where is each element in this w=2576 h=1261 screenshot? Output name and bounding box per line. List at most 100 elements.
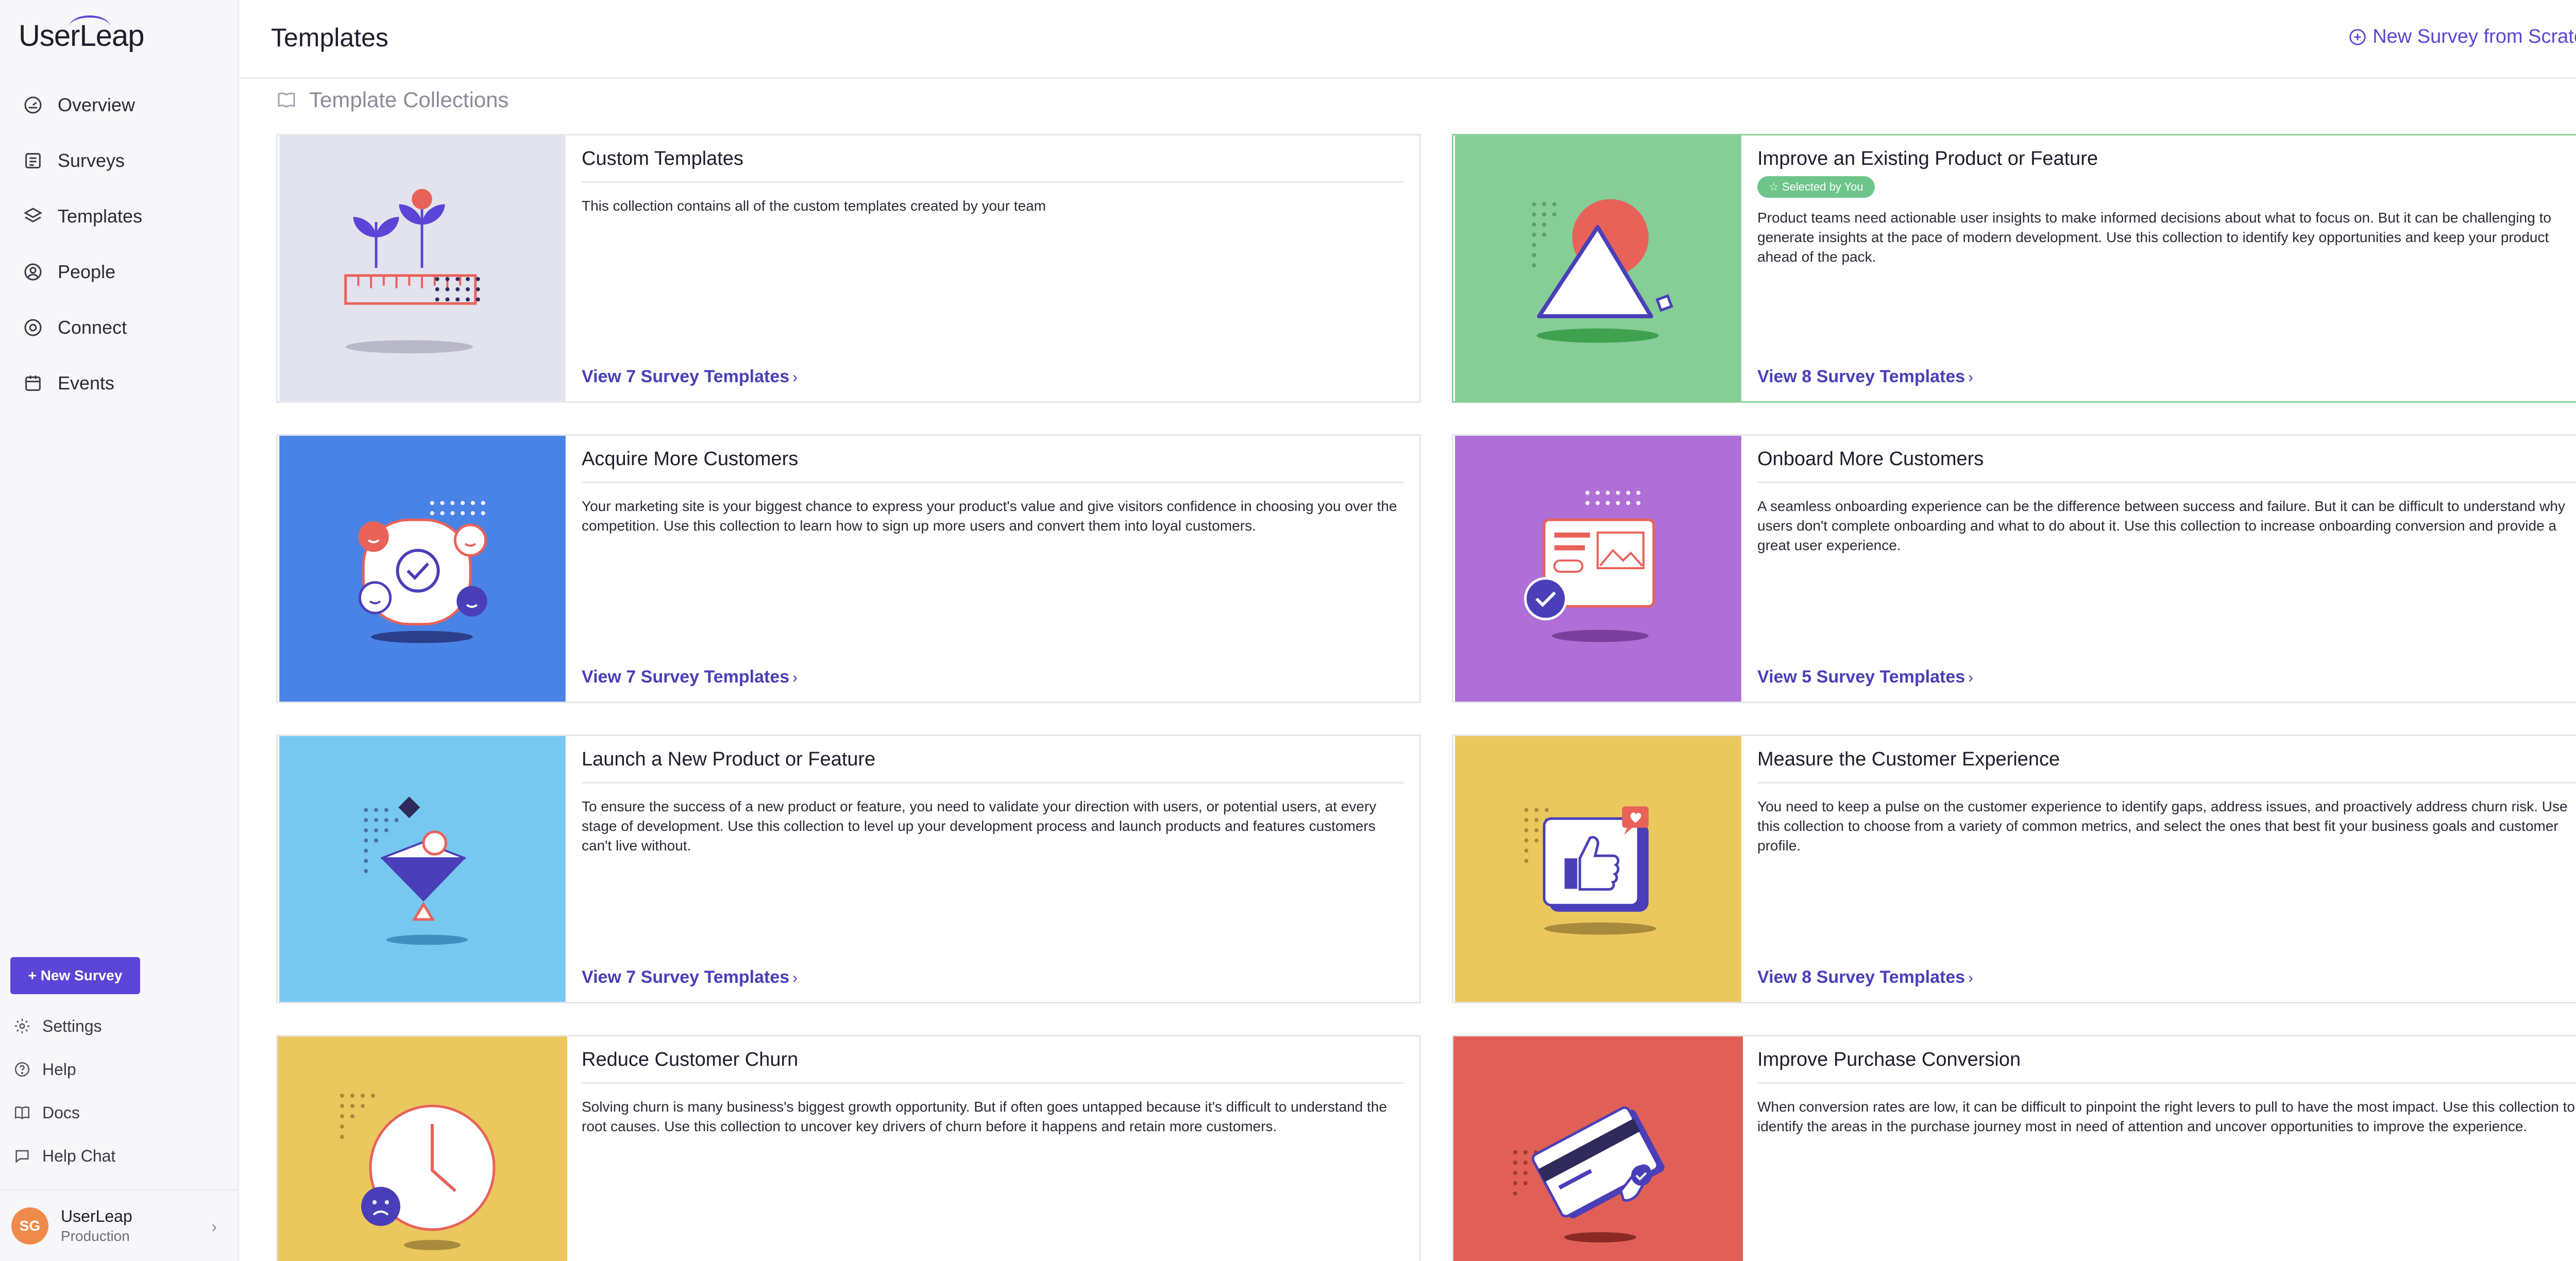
collection-description: When conversion rates are low, it can be… bbox=[1757, 1099, 2575, 1134]
collection-illustration bbox=[278, 1036, 567, 1261]
gear-icon bbox=[13, 1017, 31, 1035]
avatar: SG bbox=[11, 1207, 48, 1245]
sidebar-item-label: People bbox=[58, 261, 116, 282]
new-survey-button[interactable]: + New Survey bbox=[10, 957, 140, 994]
collection-illustration bbox=[1453, 436, 1743, 702]
collection-illustration bbox=[278, 135, 567, 401]
chat-icon bbox=[13, 1147, 31, 1165]
collection-illustration bbox=[1453, 736, 1743, 1002]
chevron-right-icon: › bbox=[1968, 669, 1974, 686]
sidebar-item-label: Events bbox=[58, 372, 115, 394]
chevron-right-icon: › bbox=[1968, 369, 1974, 386]
collection-title: Reduce Customer Churn bbox=[582, 1049, 1404, 1084]
sidebar-item-people[interactable]: People bbox=[0, 244, 238, 300]
chevron-right-icon: › bbox=[792, 969, 798, 986]
collection-description: Solving churn is many business's biggest… bbox=[582, 1099, 1387, 1134]
sidebar-item-templates[interactable]: Templates bbox=[0, 189, 238, 244]
top-bar: Templates New Survey from Scratch bbox=[239, 0, 2576, 79]
view-templates-link[interactable]: View 7 Survey Templates › bbox=[582, 367, 798, 387]
collection-title: Launch a New Product or Feature bbox=[582, 748, 1404, 783]
sidebar-item-docs[interactable]: Docs bbox=[0, 1091, 238, 1134]
account-environment: Production bbox=[61, 1228, 130, 1244]
sidebar-item-help-chat[interactable]: Help Chat bbox=[0, 1134, 238, 1178]
view-templates-label: View 7 Survey Templates bbox=[582, 367, 790, 386]
page-title: Templates bbox=[271, 23, 388, 52]
view-templates-label: View 7 Survey Templates bbox=[582, 667, 790, 687]
sidebar-item-connect[interactable]: Connect bbox=[0, 300, 238, 355]
collection-card[interactable]: Improve an Existing Product or Feature ☆… bbox=[1452, 134, 2576, 403]
sidebar-item-events[interactable]: Events bbox=[0, 355, 238, 411]
connect-icon bbox=[23, 317, 43, 338]
logo-arc bbox=[69, 15, 110, 38]
collection-card[interactable]: Onboard More Customers A seamless onboar… bbox=[1452, 434, 2576, 703]
dashboard-icon bbox=[23, 95, 43, 115]
person-icon bbox=[23, 262, 43, 282]
collection-illustration bbox=[1453, 135, 1743, 401]
surveys-icon bbox=[23, 150, 43, 171]
book-icon bbox=[278, 92, 295, 108]
plus-circle-icon bbox=[2349, 28, 2366, 45]
sidebar-footer-links: Settings Help Docs Help Chat bbox=[0, 1004, 238, 1178]
collection-card[interactable]: Measure the Customer Experience You need… bbox=[1452, 735, 2576, 1003]
chevron-right-icon: › bbox=[211, 1217, 217, 1236]
sidebar-item-label: Templates bbox=[58, 206, 143, 227]
collection-illustration bbox=[1453, 1036, 1743, 1261]
sidebar-item-help[interactable]: Help bbox=[0, 1048, 238, 1091]
help-icon bbox=[13, 1061, 31, 1078]
new-survey-from-scratch-link[interactable]: New Survey from Scratch bbox=[2348, 26, 2576, 48]
section-heading: Template Collections bbox=[276, 88, 509, 112]
sidebar-item-label: Docs bbox=[42, 1103, 80, 1122]
chevron-right-icon: › bbox=[1968, 969, 1974, 986]
view-templates-link[interactable]: View 5 Survey Templates › bbox=[1757, 667, 1973, 687]
collection-description: You need to keep a pulse on the customer… bbox=[1757, 798, 2568, 854]
view-templates-link[interactable]: View 8 Survey Templates › bbox=[1757, 967, 1973, 987]
section-heading-label: Template Collections bbox=[309, 88, 509, 112]
brand-logo[interactable]: UserLeap bbox=[19, 15, 144, 53]
collection-description: This collection contains all of the cust… bbox=[582, 198, 1046, 214]
view-templates-label: View 8 Survey Templates bbox=[1757, 967, 1965, 987]
collection-card[interactable]: Reduce Customer Churn Solving churn is m… bbox=[276, 1035, 1421, 1261]
collection-title: Acquire More Customers bbox=[582, 448, 1404, 483]
account-name: UserLeap bbox=[61, 1207, 132, 1225]
collection-description: To ensure the success of a new product o… bbox=[582, 798, 1377, 854]
collection-illustration bbox=[278, 736, 567, 1002]
sidebar: UserLeap Overview Surveys Templates Peop… bbox=[0, 0, 239, 1261]
collection-description: A seamless onboarding experience can be … bbox=[1757, 498, 2565, 553]
collection-card[interactable]: Acquire More Customers Your marketing si… bbox=[276, 434, 1421, 703]
chevron-right-icon: › bbox=[792, 669, 798, 686]
collection-card[interactable]: Launch a New Product or Feature To ensur… bbox=[276, 735, 1421, 1003]
book-icon bbox=[13, 1104, 31, 1121]
sidebar-item-surveys[interactable]: Surveys bbox=[0, 133, 238, 189]
collection-title: Onboard More Customers bbox=[1757, 448, 2576, 483]
collection-description: Product teams need actionable user insig… bbox=[1757, 210, 2551, 265]
sidebar-item-label: Surveys bbox=[58, 150, 125, 171]
collection-description: Your marketing site is your biggest chan… bbox=[582, 498, 1397, 534]
sidebar-item-label: Help bbox=[42, 1060, 76, 1079]
collection-title: Improve Purchase Conversion bbox=[1757, 1049, 2576, 1084]
sidebar-item-label: Settings bbox=[42, 1016, 102, 1035]
sidebar-item-label: Connect bbox=[58, 317, 127, 338]
view-templates-label: View 5 Survey Templates bbox=[1757, 667, 1965, 687]
sidebar-item-overview[interactable]: Overview bbox=[0, 77, 238, 133]
view-templates-link[interactable]: View 7 Survey Templates › bbox=[582, 667, 798, 687]
selected-badge: ☆ Selected by You bbox=[1757, 176, 1875, 198]
sidebar-nav: Overview Surveys Templates People Connec… bbox=[0, 77, 238, 411]
collection-title: Custom Templates bbox=[582, 148, 1404, 183]
new-survey-from-scratch-label: New Survey from Scratch bbox=[2372, 26, 2576, 47]
collection-illustration bbox=[278, 436, 567, 702]
sidebar-item-settings[interactable]: Settings bbox=[0, 1004, 238, 1048]
view-templates-label: View 8 Survey Templates bbox=[1757, 367, 1965, 386]
chevron-right-icon: › bbox=[792, 369, 798, 386]
calendar-icon bbox=[23, 373, 43, 394]
collection-title: Measure the Customer Experience bbox=[1757, 748, 2576, 783]
account-switcher[interactable]: SG UserLeap Production › bbox=[0, 1189, 238, 1261]
view-templates-link[interactable]: View 8 Survey Templates › bbox=[1757, 367, 1973, 387]
view-templates-label: View 7 Survey Templates bbox=[582, 967, 790, 987]
collection-title: Improve an Existing Product or Feature bbox=[1757, 148, 2098, 169]
layers-icon bbox=[23, 206, 43, 227]
view-templates-link[interactable]: View 7 Survey Templates › bbox=[582, 967, 798, 987]
sidebar-item-label: Overview bbox=[58, 94, 135, 115]
collection-card[interactable]: Improve Purchase Conversion When convers… bbox=[1452, 1035, 2576, 1261]
sidebar-item-label: Help Chat bbox=[42, 1146, 116, 1165]
collection-card[interactable]: Custom Templates This collection contain… bbox=[276, 134, 1421, 403]
